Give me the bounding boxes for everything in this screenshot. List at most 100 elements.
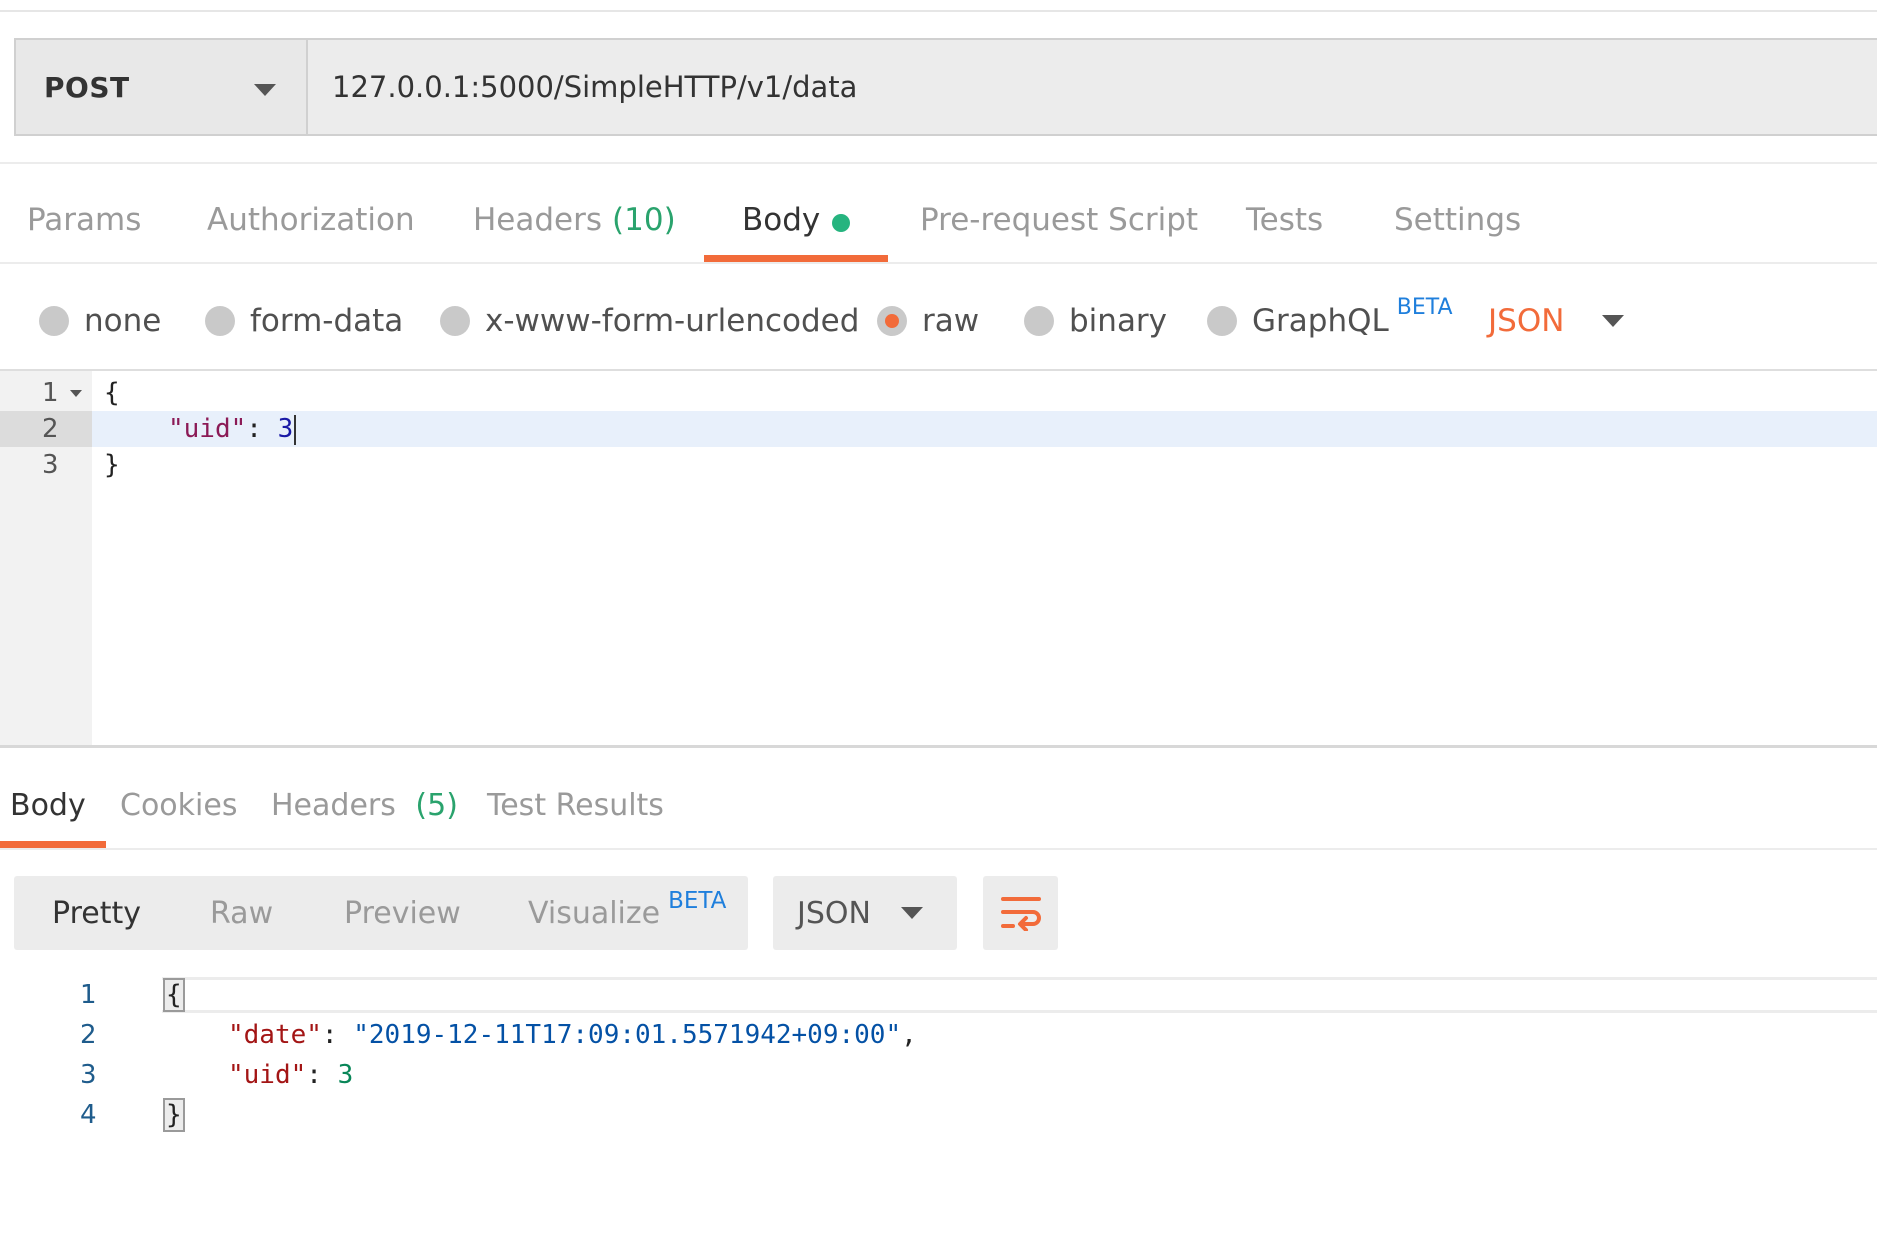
json-separator: : bbox=[246, 414, 278, 444]
headers-count: (10) bbox=[612, 202, 676, 238]
tab-params[interactable]: Params bbox=[27, 190, 141, 262]
radio-label: none bbox=[84, 303, 162, 339]
tab-label: Tests bbox=[1246, 202, 1324, 238]
tab-settings[interactable]: Settings bbox=[1394, 190, 1521, 262]
editor-line-active: 2 "uid": 3 bbox=[0, 411, 1877, 447]
text-cursor bbox=[294, 414, 297, 445]
line-number: 1 bbox=[80, 980, 97, 1010]
tab-label: Settings bbox=[1394, 202, 1522, 238]
radio-label: binary bbox=[1069, 303, 1168, 339]
matched-brace: { bbox=[163, 978, 185, 1012]
line-number: 3 bbox=[42, 450, 59, 480]
view-label: Pretty bbox=[52, 895, 141, 931]
json-trailing-comma: , bbox=[901, 1020, 917, 1050]
json-value: "2019-12-11T17:09:01.5571942+09:00" bbox=[353, 1020, 902, 1050]
radio-circle-icon bbox=[205, 306, 235, 336]
code-text: { bbox=[163, 975, 185, 1015]
chevron-down-icon bbox=[901, 907, 923, 919]
chevron-down-icon bbox=[254, 84, 276, 96]
pane-divider[interactable] bbox=[0, 745, 1877, 748]
tab-headers[interactable]: Headers (10) bbox=[473, 190, 676, 262]
json-key: "date" bbox=[228, 1020, 322, 1050]
response-tab-body[interactable]: Body bbox=[0, 780, 106, 848]
wrap-lines-button[interactable] bbox=[983, 876, 1058, 950]
line-number: 2 bbox=[0, 411, 92, 447]
tab-authorization[interactable]: Authorization bbox=[207, 190, 415, 262]
line-number: 4 bbox=[80, 1100, 97, 1130]
code-text: } bbox=[104, 450, 120, 480]
method-label: POST bbox=[44, 70, 130, 104]
tab-label: Headers bbox=[271, 788, 396, 823]
response-tab-test-results[interactable]: Test Results bbox=[487, 780, 664, 848]
request-url-bar: POST 127.0.0.1:5000/SimpleHTTP/v1/data bbox=[14, 38, 1877, 136]
tab-label: Test Results bbox=[487, 788, 664, 823]
chevron-down-icon bbox=[1602, 315, 1625, 327]
tab-body[interactable]: Body bbox=[703, 190, 889, 262]
divider bbox=[0, 262, 1877, 264]
tab-label: Pre-request Script bbox=[920, 202, 1199, 238]
radio-x-www-form-urlencoded[interactable]: x-www-form-urlencoded bbox=[440, 293, 859, 349]
radio-label: GraphQL bbox=[1252, 303, 1389, 339]
divider bbox=[0, 848, 1877, 850]
headers-count: (5) bbox=[415, 788, 458, 823]
response-format-dropdown[interactable]: JSON bbox=[773, 876, 957, 950]
line-number: 2 bbox=[80, 1020, 97, 1050]
radio-none[interactable]: none bbox=[39, 293, 161, 349]
tab-label: Headers bbox=[473, 202, 603, 238]
view-label: Preview bbox=[344, 895, 461, 931]
code-text: "uid": 3 bbox=[168, 411, 297, 447]
response-line: 2 "date": "2019-12-11T17:09:01.5571942+0… bbox=[0, 1015, 1877, 1055]
code-text: "date": "2019-12-11T17:09:01.5571942+09:… bbox=[228, 1015, 917, 1055]
radio-binary[interactable]: binary bbox=[1024, 293, 1167, 349]
view-raw-button[interactable]: Raw bbox=[210, 876, 273, 950]
response-line: 3 "uid": 3 bbox=[0, 1055, 1877, 1095]
tab-pre-request-script[interactable]: Pre-request Script bbox=[920, 190, 1198, 262]
radio-raw[interactable]: raw bbox=[877, 293, 979, 349]
beta-badge: BETA bbox=[1396, 294, 1453, 320]
radio-graphql[interactable]: GraphQL BETA bbox=[1207, 293, 1453, 349]
view-pretty-button[interactable]: Pretty bbox=[52, 876, 141, 950]
request-body-editor[interactable]: 1 { 2 "uid": 3 3 } bbox=[0, 369, 1877, 745]
json-separator: : bbox=[306, 1060, 338, 1090]
code-text: { bbox=[104, 378, 120, 408]
top-rule bbox=[0, 10, 1877, 12]
line-number: 3 bbox=[80, 1060, 97, 1090]
response-tab-headers[interactable]: Headers (5) bbox=[271, 780, 458, 848]
editor-line: 1 { bbox=[0, 375, 1877, 411]
json-key: "uid" bbox=[228, 1060, 307, 1090]
tab-label: Cookies bbox=[120, 788, 238, 823]
url-input[interactable]: 127.0.0.1:5000/SimpleHTTP/v1/data bbox=[308, 40, 1877, 134]
tab-tests[interactable]: Tests bbox=[1246, 190, 1323, 262]
radio-label: form-data bbox=[250, 303, 404, 339]
method-dropdown[interactable]: POST bbox=[16, 40, 308, 134]
request-tabs: Params Authorization Headers (10) Body P… bbox=[0, 190, 1877, 262]
response-line: 1 { bbox=[0, 975, 1877, 1015]
radio-form-data[interactable]: form-data bbox=[205, 293, 403, 349]
json-separator: : bbox=[321, 1020, 354, 1050]
response-tab-cookies[interactable]: Cookies bbox=[120, 780, 237, 848]
tab-label: Body bbox=[10, 788, 86, 823]
response-body-viewer[interactable]: 1 { 2 "date": "2019-12-11T17:09:01.55719… bbox=[0, 975, 1877, 1155]
body-format-label: JSON bbox=[1488, 303, 1565, 339]
radio-label: x-www-form-urlencoded bbox=[485, 303, 860, 339]
json-value: 3 bbox=[337, 1060, 354, 1090]
response-format-label: JSON bbox=[797, 895, 871, 931]
view-label: Raw bbox=[210, 895, 274, 931]
tab-label: Authorization bbox=[207, 202, 415, 238]
fold-arrow-icon[interactable] bbox=[70, 390, 82, 397]
view-preview-button[interactable]: Preview bbox=[344, 876, 461, 950]
body-format-dropdown[interactable]: JSON bbox=[1488, 293, 1625, 349]
code-text: "uid": 3 bbox=[228, 1055, 353, 1095]
body-type-radios: none form-data x-www-form-urlencoded raw… bbox=[0, 293, 1877, 349]
radio-circle-icon bbox=[440, 306, 470, 336]
radio-circle-icon bbox=[1207, 306, 1237, 336]
wrap-lines-icon bbox=[1000, 897, 1041, 931]
json-value: 3 bbox=[277, 414, 294, 444]
view-visualize-button[interactable]: Visualize BETA bbox=[528, 876, 726, 950]
code-text: } bbox=[163, 1095, 185, 1135]
radio-label: raw bbox=[922, 303, 980, 339]
tab-label: Params bbox=[27, 202, 142, 238]
radio-checked-icon bbox=[877, 306, 907, 336]
matched-brace: } bbox=[163, 1098, 185, 1132]
divider bbox=[0, 162, 1877, 164]
